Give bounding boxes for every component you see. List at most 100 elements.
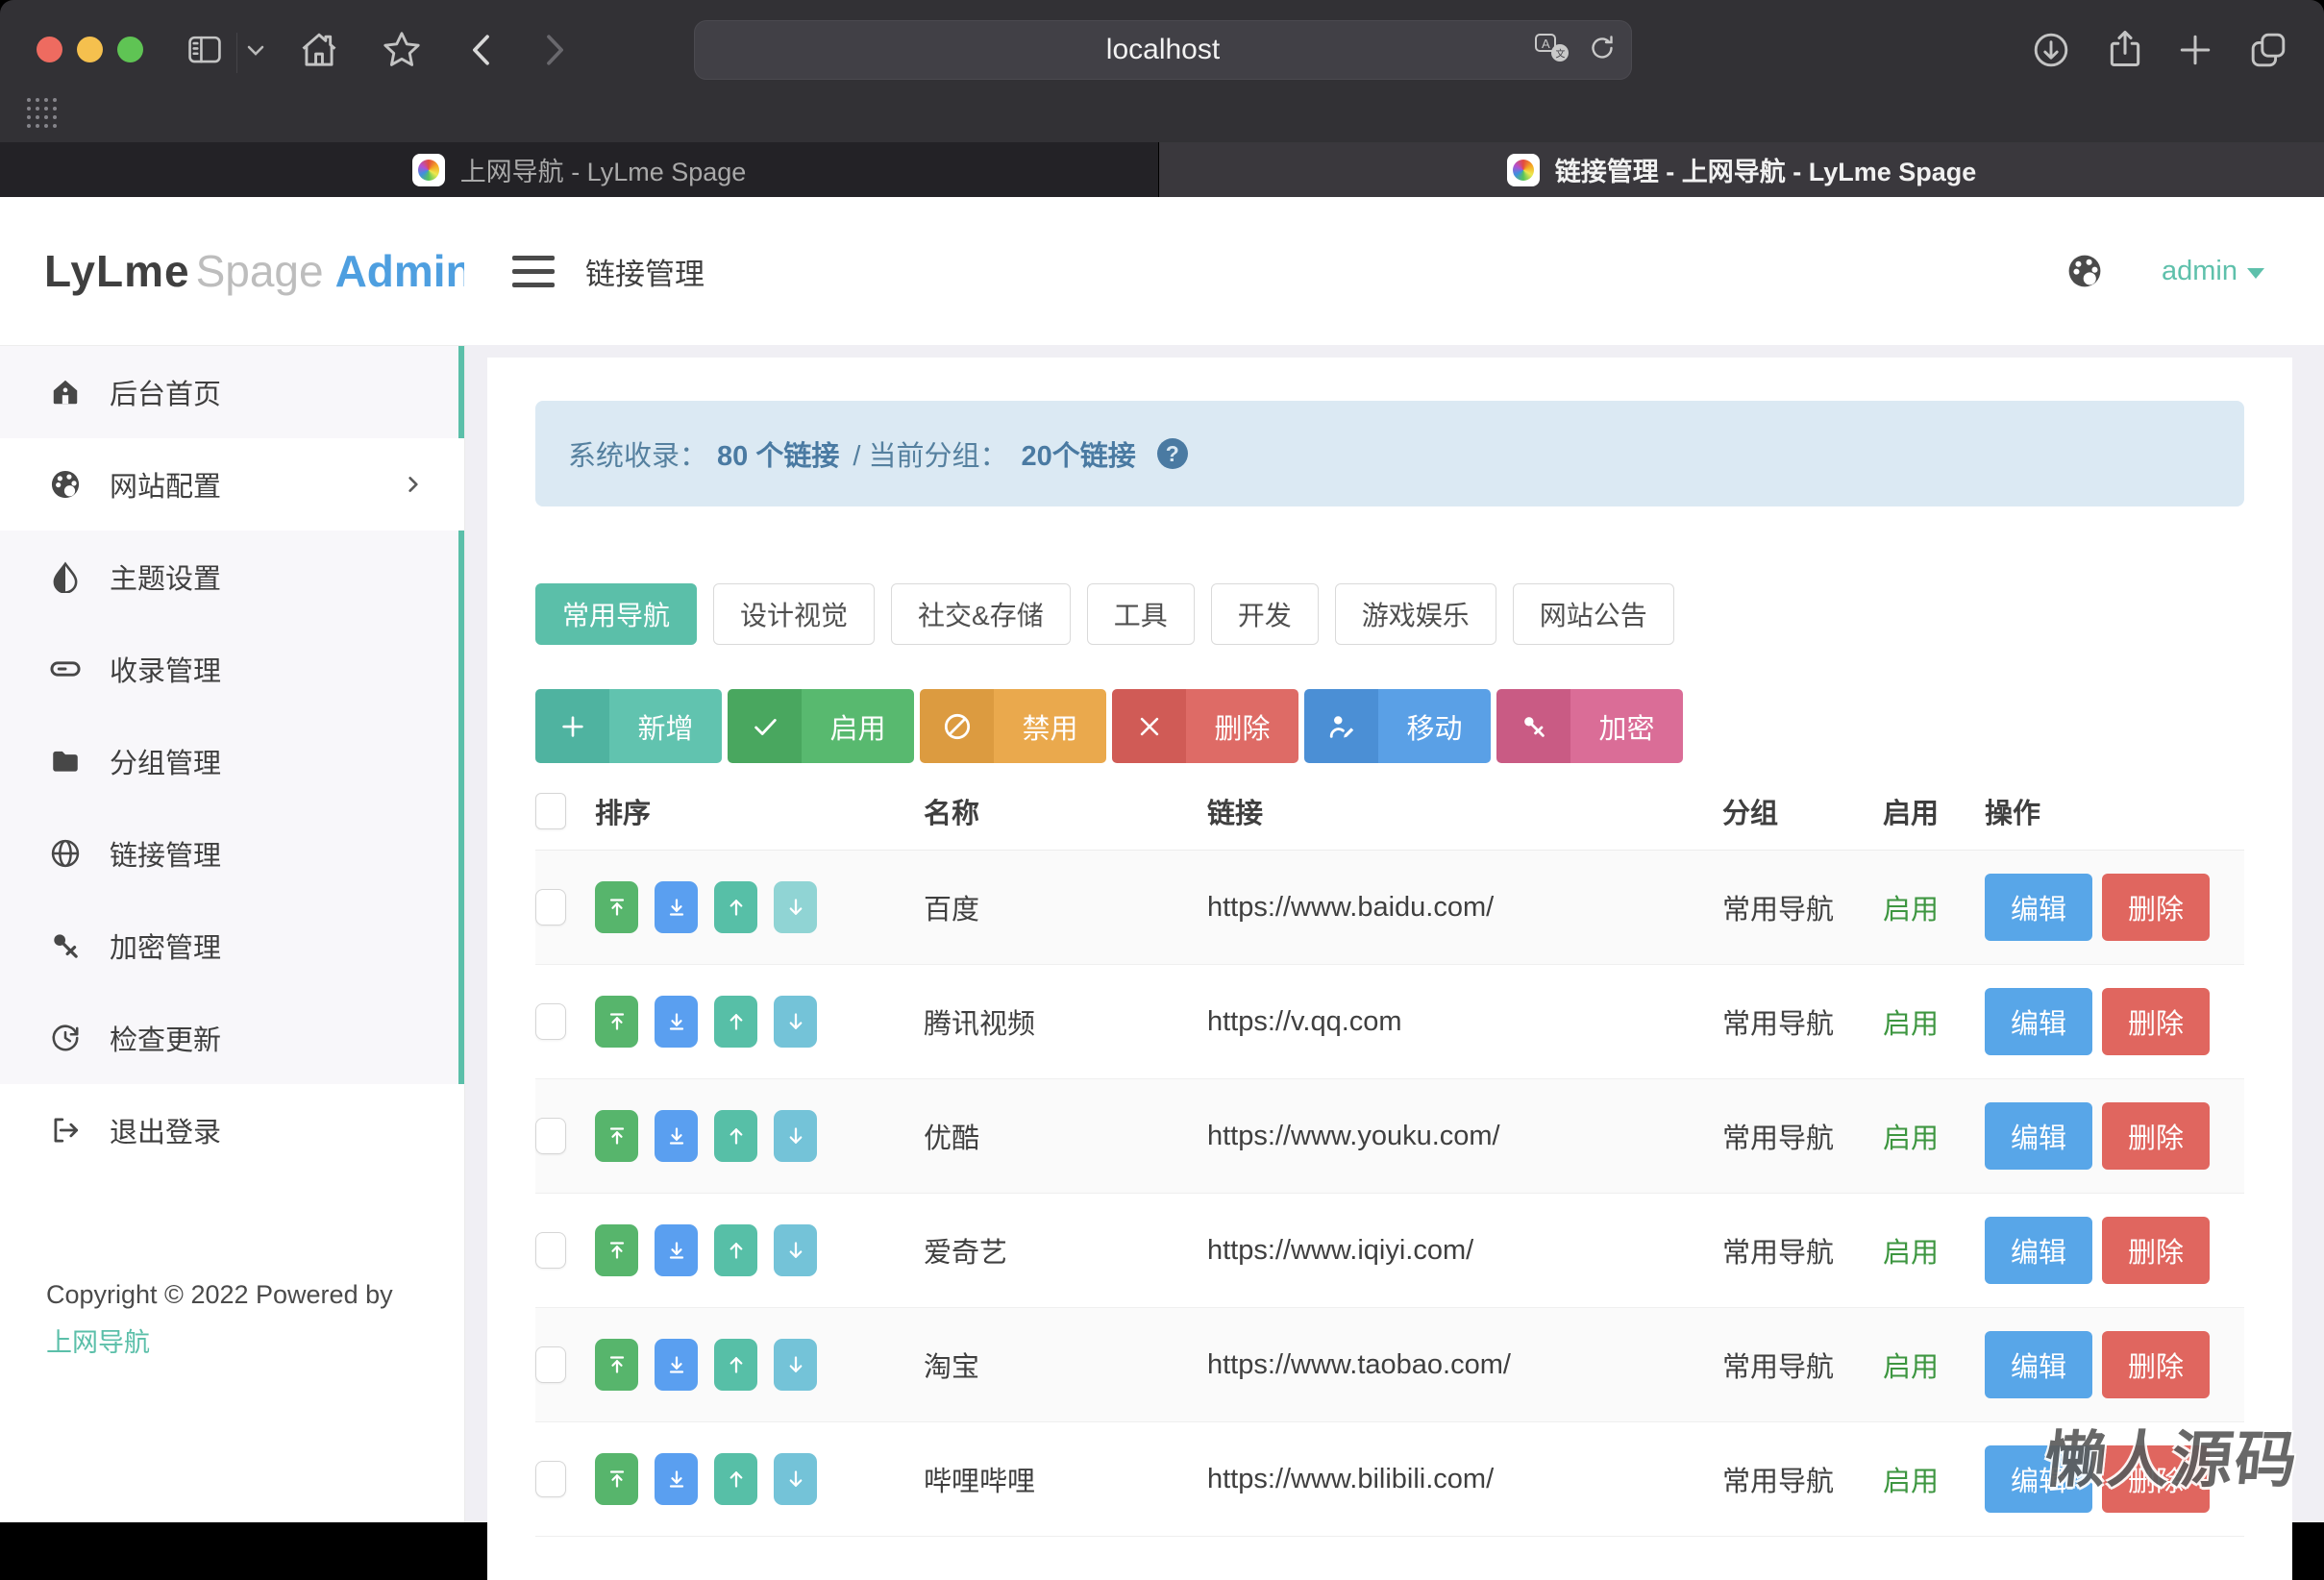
downloads-icon[interactable] <box>2030 29 2072 71</box>
username: admin <box>2162 256 2237 287</box>
address-bar[interactable]: localhost A文 <box>694 20 1632 80</box>
link-name: 爱奇艺 <box>924 1230 1207 1271</box>
select-all-checkbox[interactable] <box>535 793 566 829</box>
forward-icon[interactable] <box>534 31 573 69</box>
col-group: 分组 <box>1722 791 1883 831</box>
sidebar-item-encryption[interactable]: 加密管理 <box>0 900 458 992</box>
close-window-button[interactable] <box>37 37 62 62</box>
row-checkbox[interactable] <box>535 1003 566 1040</box>
link-url: https://v.qq.com <box>1207 1006 1722 1038</box>
copyright-link[interactable]: 上网导航 <box>46 1328 150 1357</box>
sidebar-item-check-update[interactable]: 检查更新 <box>0 992 458 1084</box>
sidebar-item-theme[interactable]: 主题设置 <box>0 531 458 623</box>
theme-palette-icon[interactable] <box>2064 250 2106 292</box>
edit-button[interactable]: 编辑 <box>1985 1217 2092 1284</box>
move-to-bottom-button[interactable] <box>655 1110 698 1162</box>
move-down-button[interactable] <box>774 881 817 933</box>
folder-icon <box>48 744 83 778</box>
add-button[interactable]: 新增 <box>535 689 722 763</box>
move-to-bottom-button[interactable] <box>655 1339 698 1391</box>
copyright: Copyright © 2022 Powered by 上网导航 <box>46 1271 393 1368</box>
move-up-button[interactable] <box>714 881 757 933</box>
category-tab-tools[interactable]: 工具 <box>1087 583 1195 645</box>
edit-button[interactable]: 编辑 <box>1985 988 2092 1055</box>
col-sort: 排序 <box>595 791 924 831</box>
bookmarks-star-icon[interactable] <box>381 29 423 71</box>
move-to-bottom-button[interactable] <box>655 881 698 933</box>
chevron-down-icon[interactable] <box>246 44 265 58</box>
move-to-bottom-button[interactable] <box>655 996 698 1048</box>
back-icon[interactable] <box>463 31 502 69</box>
new-tab-icon[interactable] <box>2176 31 2214 69</box>
tab-overview-icon[interactable] <box>2247 29 2289 71</box>
delete-button[interactable]: 删除 <box>1112 689 1298 763</box>
move-down-button[interactable] <box>774 1339 817 1391</box>
move-to-top-button[interactable] <box>595 1110 638 1162</box>
category-tab-games[interactable]: 游戏娱乐 <box>1335 583 1496 645</box>
delete-button[interactable]: 删除 <box>2102 1102 2210 1170</box>
sidebar-toggle-icon[interactable] <box>185 31 225 67</box>
move-up-button[interactable] <box>714 1110 757 1162</box>
move-up-button[interactable] <box>714 1453 757 1505</box>
move-down-button[interactable] <box>774 1224 817 1276</box>
move-down-button[interactable] <box>774 996 817 1048</box>
translate-icon[interactable]: A文 <box>1533 32 1571 69</box>
reload-icon[interactable] <box>1587 33 1618 68</box>
delete-button[interactable]: 删除 <box>2102 1331 2210 1398</box>
link-group: 常用导航 <box>1722 1116 1883 1156</box>
category-tab-notice[interactable]: 网站公告 <box>1513 583 1674 645</box>
move-down-button[interactable] <box>774 1453 817 1505</box>
row-checkbox[interactable] <box>535 1346 566 1383</box>
sidebar-item-groups[interactable]: 分组管理 <box>0 715 458 807</box>
move-to-top-button[interactable] <box>595 1224 638 1276</box>
delete-button[interactable]: 删除 <box>2102 874 2210 941</box>
move-up-button[interactable] <box>714 1339 757 1391</box>
row-actions: 编辑 删除 <box>1985 1102 2244 1170</box>
delete-button[interactable]: 删除 <box>2102 1217 2210 1284</box>
minimize-window-button[interactable] <box>77 37 103 62</box>
sidebar-item-collection[interactable]: 收录管理 <box>0 623 458 715</box>
help-question-icon[interactable]: ? <box>1157 438 1188 469</box>
zoom-window-button[interactable] <box>117 37 143 62</box>
move-to-top-button[interactable] <box>595 881 638 933</box>
share-icon[interactable] <box>2103 27 2147 71</box>
browser-tab-active[interactable]: 链接管理 - 上网导航 - LyLme Spage <box>1159 142 2324 197</box>
row-checkbox[interactable] <box>535 889 566 926</box>
move-to-top-button[interactable] <box>595 1453 638 1505</box>
link-url: https://www.youku.com/ <box>1207 1121 1722 1152</box>
total-links-count: 80 个链接 <box>717 433 839 474</box>
menu-toggle-icon[interactable] <box>512 256 555 287</box>
edit-button[interactable]: 编辑 <box>1985 1102 2092 1170</box>
encrypt-button[interactable]: 加密 <box>1496 689 1683 763</box>
delete-button[interactable]: 删除 <box>2102 988 2210 1055</box>
move-button[interactable]: 移动 <box>1304 689 1491 763</box>
home-icon[interactable] <box>298 29 340 71</box>
url-text: localhost <box>1106 34 1220 66</box>
move-to-top-button[interactable] <box>595 996 638 1048</box>
row-checkbox[interactable] <box>535 1461 566 1497</box>
move-up-button[interactable] <box>714 1224 757 1276</box>
app-logo[interactable]: LyLme Spage Admin <box>0 197 464 346</box>
sidebar-item-logout[interactable]: 退出登录 <box>0 1084 464 1176</box>
move-down-button[interactable] <box>774 1110 817 1162</box>
move-up-button[interactable] <box>714 996 757 1048</box>
sidebar-item-links[interactable]: 链接管理 <box>0 807 458 900</box>
edit-button[interactable]: 编辑 <box>1985 874 2092 941</box>
sidebar-item-dashboard[interactable]: 后台首页 <box>0 346 458 438</box>
category-tab-common[interactable]: 常用导航 <box>535 583 697 645</box>
row-checkbox[interactable] <box>535 1118 566 1154</box>
move-to-bottom-button[interactable] <box>655 1453 698 1505</box>
category-tab-design[interactable]: 设计视觉 <box>713 583 875 645</box>
palette-icon <box>48 467 83 502</box>
move-to-bottom-button[interactable] <box>655 1224 698 1276</box>
browser-tab-background[interactable]: 上网导航 - LyLme Spage <box>0 142 1159 197</box>
user-menu[interactable]: admin <box>2162 256 2264 287</box>
move-to-top-button[interactable] <box>595 1339 638 1391</box>
sidebar-item-site-config[interactable]: 网站配置 <box>0 438 464 531</box>
disable-button[interactable]: 禁用 <box>920 689 1106 763</box>
row-checkbox[interactable] <box>535 1232 566 1269</box>
category-tab-dev[interactable]: 开发 <box>1211 583 1319 645</box>
enable-button[interactable]: 启用 <box>728 689 914 763</box>
edit-button[interactable]: 编辑 <box>1985 1331 2092 1398</box>
category-tab-social[interactable]: 社交&存储 <box>891 583 1071 645</box>
